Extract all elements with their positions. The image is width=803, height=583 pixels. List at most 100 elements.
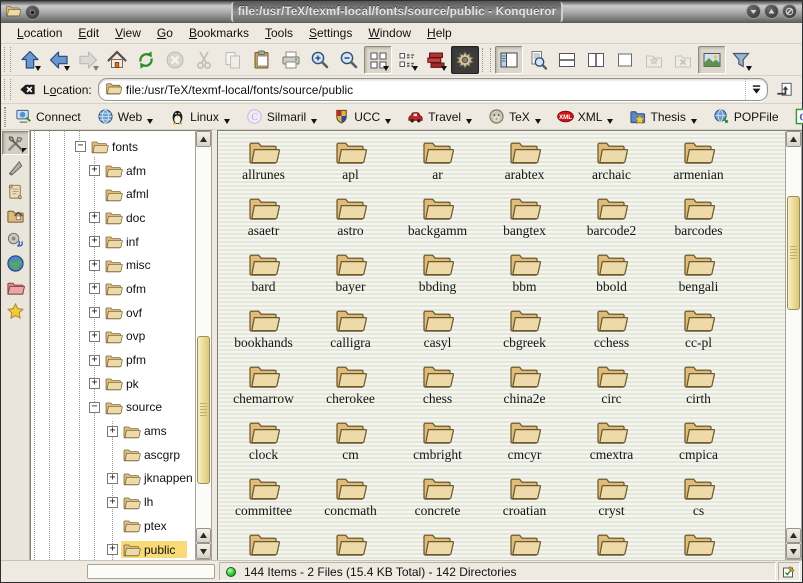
icon-view-button[interactable] — [364, 46, 392, 74]
tree-expander-plus-icon[interactable]: + — [89, 212, 100, 223]
sidebar-tab-network[interactable] — [2, 251, 29, 275]
bookmark-web[interactable]: Web — [92, 106, 158, 127]
folder-bbm[interactable]: bbm — [481, 248, 568, 304]
menu-help[interactable]: Help — [419, 24, 460, 42]
tree-item-body[interactable]: source — [103, 399, 174, 416]
tree-item-ascgrp[interactable]: ascgrp — [31, 443, 195, 467]
tree-item-doc[interactable]: +doc — [31, 206, 195, 230]
tree-expander-plus-icon[interactable]: + — [89, 260, 100, 271]
tree-expander-plus-icon[interactable]: + — [107, 497, 118, 508]
folder-archaic[interactable]: archaic — [568, 136, 655, 192]
paste-button[interactable] — [248, 46, 276, 74]
tree-item-body[interactable]: misc — [103, 257, 163, 274]
folder-cmextra[interactable]: cmextra — [568, 416, 655, 472]
tree-item-body[interactable]: pk — [103, 375, 151, 392]
folder-unlabeled[interactable] — [568, 528, 655, 560]
sidebar-tab-bookmark-flag[interactable] — [2, 155, 29, 179]
folder-unlabeled[interactable] — [481, 528, 568, 560]
folder-concmath[interactable]: concmath — [307, 472, 394, 528]
tree-expander-plus-icon[interactable]: + — [89, 307, 100, 318]
menu-edit[interactable]: Edit — [70, 24, 107, 42]
bookmark-connect[interactable]: Connect — [10, 106, 86, 127]
print-button[interactable] — [277, 46, 305, 74]
go-button[interactable] — [772, 78, 796, 102]
bookmark-travel[interactable]: Travel — [402, 106, 477, 127]
maximize-button[interactable] — [764, 4, 779, 19]
folder-cryst[interactable]: cryst — [568, 472, 655, 528]
reload-button[interactable] — [132, 46, 160, 74]
tree-item-body[interactable]: ptex — [121, 517, 179, 534]
folder-bengali[interactable]: bengali — [655, 248, 742, 304]
tree-item-public[interactable]: +public — [31, 538, 195, 560]
tree-hscrollbar[interactable] — [1, 561, 217, 582]
tree-item-ams[interactable]: +ams — [31, 419, 195, 443]
folder-concrete[interactable]: concrete — [394, 472, 481, 528]
toolbar-grip[interactable] — [4, 107, 6, 127]
tree-expander-plus-icon[interactable]: + — [89, 165, 100, 176]
tree-expander-plus-icon[interactable]: + — [89, 236, 100, 247]
folder-astro[interactable]: astro — [307, 192, 394, 248]
scroll-up-button[interactable] — [786, 528, 801, 543]
menu-location[interactable]: Location — [9, 24, 70, 42]
tree-expander-plus-icon[interactable]: + — [89, 283, 100, 294]
folder-chemarrow[interactable]: chemarrow — [220, 360, 307, 416]
sidebar-tab-root-directory[interactable] — [2, 275, 29, 299]
location-combobox[interactable]: file:/usr/TeX/texmf-local/fonts/source/p… — [98, 78, 768, 101]
bookmark-linux[interactable]: Linux — [164, 106, 235, 127]
folder-bbding[interactable]: bbding — [394, 248, 481, 304]
sidebar-tab-services[interactable] — [2, 227, 29, 251]
folder-bangtex[interactable]: bangtex — [481, 192, 568, 248]
tree-item-lh[interactable]: +lh — [31, 490, 195, 514]
folder-cirth[interactable]: cirth — [655, 360, 742, 416]
folder-bayer[interactable]: bayer — [307, 248, 394, 304]
folder-backgamm[interactable]: backgamm — [394, 192, 481, 248]
folder-cmbright[interactable]: cmbright — [394, 416, 481, 472]
folder-barcode2[interactable]: barcode2 — [568, 192, 655, 248]
menu-window[interactable]: Window — [360, 24, 419, 42]
folder-china2e[interactable]: china2e — [481, 360, 568, 416]
split-view-left-right-button[interactable] — [582, 46, 610, 74]
bookmark-ucc[interactable]: UCC — [328, 106, 396, 127]
folder-cc-pl[interactable]: cc-pl — [655, 304, 742, 360]
tree-scrollbar[interactable] — [195, 130, 212, 560]
bookmark-popfile[interactable]: POPFile — [708, 106, 784, 127]
preview-button[interactable] — [698, 46, 726, 74]
folder-ar[interactable]: ar — [394, 136, 481, 192]
tree-item-body[interactable]: pfm — [103, 352, 158, 369]
tree-item-body[interactable]: doc — [103, 209, 157, 226]
folder-cbgreek[interactable]: cbgreek — [481, 304, 568, 360]
scroll-up-button[interactable] — [196, 131, 211, 147]
scroll-down-button[interactable] — [196, 543, 211, 559]
menu-bookmarks[interactable]: Bookmarks — [181, 24, 257, 42]
folder-armenian[interactable]: armenian — [655, 136, 742, 192]
folder-bookhands[interactable]: bookhands — [220, 304, 307, 360]
tree-item-body[interactable]: ofm — [103, 280, 158, 297]
zoom-out-button[interactable] — [335, 46, 363, 74]
tree-item-jknappen[interactable]: +jknappen — [31, 467, 195, 491]
gear-view-button[interactable] — [451, 46, 479, 74]
folder-bbold[interactable]: bbold — [568, 248, 655, 304]
tree-item-afml[interactable]: afml — [31, 182, 195, 206]
tree-item-inf[interactable]: +inf — [31, 230, 195, 254]
tree-item-body[interactable]: ovf — [103, 304, 154, 321]
tree-expander-plus-icon[interactable]: + — [107, 426, 118, 437]
location-input[interactable]: file:/usr/TeX/texmf-local/fonts/source/p… — [126, 83, 745, 97]
bookmark-tex[interactable]: TeX — [483, 106, 546, 127]
folder-asaetr[interactable]: asaetr — [220, 192, 307, 248]
folder-circ[interactable]: circ — [568, 360, 655, 416]
folder-arabtex[interactable]: arabtex — [481, 136, 568, 192]
minimize-button[interactable] — [746, 4, 761, 19]
tree-expander-minus-icon[interactable]: − — [75, 141, 86, 152]
window-menu-icon[interactable] — [25, 5, 40, 20]
menu-view[interactable]: View — [107, 24, 149, 42]
list-view-button[interactable] — [393, 46, 421, 74]
folder-barcodes[interactable]: barcodes — [655, 192, 742, 248]
bookmark-thesis[interactable]: Thesis — [624, 106, 701, 127]
up-button[interactable] — [16, 46, 44, 74]
menu-go[interactable]: Go — [149, 24, 181, 42]
tree-expander-plus-icon[interactable]: + — [107, 544, 118, 555]
scroll-up-button[interactable] — [196, 528, 211, 543]
folder-unlabeled[interactable] — [307, 528, 394, 560]
tree-item-pk[interactable]: +pk — [31, 372, 195, 396]
menu-tools[interactable]: Tools — [257, 24, 301, 42]
